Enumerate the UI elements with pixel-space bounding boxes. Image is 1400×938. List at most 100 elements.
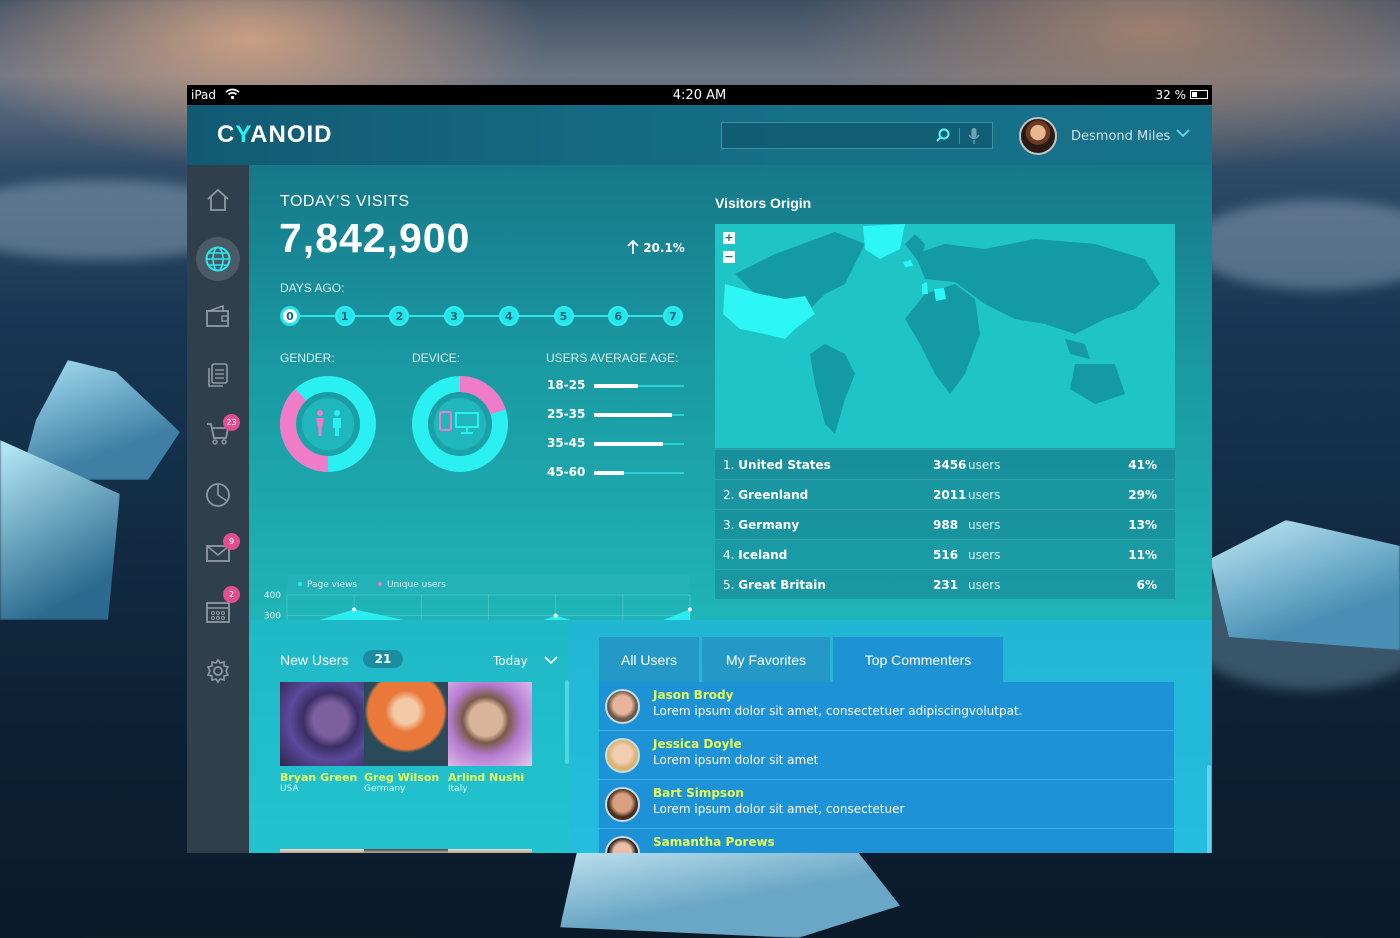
tab-my-favorites[interactable]: My Favorites [702,637,830,682]
day-7-button[interactable]: 7 [662,306,683,326]
origin-country-name: Iceland [738,548,788,562]
commenter-name[interactable]: Jessica Doyle [653,737,742,751]
new-user-name: Bryan Green [280,771,358,784]
day-5-button[interactable]: 5 [553,306,574,326]
origin-percent: 11% [1128,548,1157,562]
origin-row[interactable]: 2. Greenland 2011 users 29% [715,479,1175,509]
day-1-button[interactable]: 1 [334,306,355,326]
sidebar-item-settings[interactable] [196,649,240,693]
commenter-name[interactable]: Jason Brody [653,688,733,702]
age-bar-fill [594,471,624,475]
chevron-down-icon [543,656,558,665]
day-2-button[interactable]: 2 [389,306,410,326]
age-bar-track [594,384,684,388]
commenter-row[interactable]: Jessica Doyle Lorem ipsum dolor sit amet [599,731,1174,780]
map-zoom-in-button[interactable]: + [723,232,735,244]
chevron-down-icon[interactable] [1175,127,1191,139]
user-photo [364,682,448,766]
origin-percent: 29% [1128,488,1157,502]
sidebar-item-calendar[interactable]: 2 [196,586,240,633]
commenter-avatar [605,738,640,773]
origin-row[interactable]: 3. Germany 988 users 13% [715,509,1175,539]
day-0-button[interactable]: 0 [280,306,300,326]
age-bar-fill [594,384,639,388]
new-user-card[interactable]: Arlind Nushi Italy [448,682,532,794]
users-tabs-panel: All Users My Favorites Top Commenters Ja… [569,620,1212,853]
origin-percent: 41% [1128,458,1157,472]
origin-country: 3. Germany [723,518,799,532]
new-user-card[interactable]: Greg Wilson Germany [364,682,448,794]
ice-chunk [1210,520,1400,650]
tab-all-users[interactable]: All Users [599,637,699,682]
clock: 4:20 AM [672,88,727,103]
sidebar-item-home[interactable] [196,178,240,222]
tab-top-commenters[interactable]: Top Commenters [833,637,1003,682]
new-users-panel: New Users 21 Today Bryan Green USA Greg Wi… [249,620,569,853]
microphone-icon[interactable] [968,128,980,144]
user-name[interactable]: Desmond Miles [1071,129,1170,144]
commenter-row[interactable]: Samantha Porews [599,829,1174,853]
new-users-filter-label: Today [493,654,528,668]
new-user-card[interactable]: Bryan Green USA [280,682,364,794]
origin-rank: 1. [723,458,735,472]
map-great-britain [922,282,928,294]
origin-count: 516 [933,548,959,562]
age-bar-track [594,442,684,446]
visitors-origin-title: Visitors Origin [715,195,812,211]
home-icon [207,188,229,211]
wallet-icon [206,304,229,327]
new-user-country: USA [280,784,299,794]
mail-badge: 9 [223,533,240,550]
sidebar-item-mail[interactable]: 9 [196,531,240,575]
age-range-label: 25-35 [547,407,586,421]
sidebar-item-globe[interactable] [196,237,240,281]
device-label: DEVICE: [412,351,461,365]
sidebar-item-reports[interactable] [196,473,240,517]
map-zoom-out-button[interactable]: − [723,251,735,263]
origin-row[interactable]: 4. Iceland 516 users 11% [715,539,1175,569]
visits-change-value: 20.1% [643,241,685,255]
commenter-row[interactable]: Jason Brody Lorem ipsum dolor sit amet, c… [599,682,1174,731]
search-bar[interactable] [721,122,993,149]
pie-chart-icon [206,483,230,507]
days-ago-label: DAYS AGO: [280,281,345,295]
commenter-name[interactable]: Bart Simpson [653,786,744,800]
commenters-scrollbar[interactable] [1207,765,1211,853]
origin-unit: users [968,518,1001,532]
sidebar-item-cart[interactable]: 23 [196,411,240,455]
data-point [553,613,558,618]
commenter-row[interactable]: Bart Simpson Lorem ipsum dolor sit amet, … [599,780,1174,829]
world-map[interactable]: + − [715,224,1175,448]
origin-rank: 3. [723,518,735,532]
user-photo[interactable] [448,849,532,853]
new-users-title: New Users [280,652,349,668]
age-range-label: 18-25 [547,378,586,392]
y-tick-label: 400 [264,591,281,601]
new-users-filter-dropdown[interactable]: Today [493,654,558,668]
battery-icon [1190,90,1208,99]
user-avatar[interactable] [1019,117,1057,155]
new-users-count-badge: 21 [363,650,403,668]
day-3-button[interactable]: 3 [444,306,465,326]
origin-country: 5. Great Britain [723,578,826,592]
origin-row[interactable]: 5. Great Britain 231 users 6% [715,569,1175,599]
origin-row[interactable]: 1. United States 3456 users 41% [715,449,1175,479]
day-4-button[interactable]: 4 [498,306,519,326]
new-user-country: Germany [364,784,406,794]
new-user-name: Greg Wilson [364,771,440,784]
legend-label: Page views [307,580,357,590]
origin-count: 988 [933,518,959,532]
origin-country: 1. United States [723,458,831,472]
map-germany [934,288,946,301]
user-photo[interactable] [280,849,364,853]
origin-country: 2. Greenland [723,488,808,502]
origin-count: 2011 [933,488,967,502]
day-6-button[interactable]: 6 [608,306,629,326]
user-photo[interactable] [364,849,448,853]
sidebar-item-wallet[interactable] [196,295,240,339]
sidebar-item-documents[interactable] [196,353,240,397]
origin-percent: 13% [1128,518,1157,532]
status-bar: iPad 4:20 AM 32 % [187,85,1212,105]
search-icon[interactable] [936,128,950,142]
commenter-name[interactable]: Samantha Porews [653,835,775,849]
